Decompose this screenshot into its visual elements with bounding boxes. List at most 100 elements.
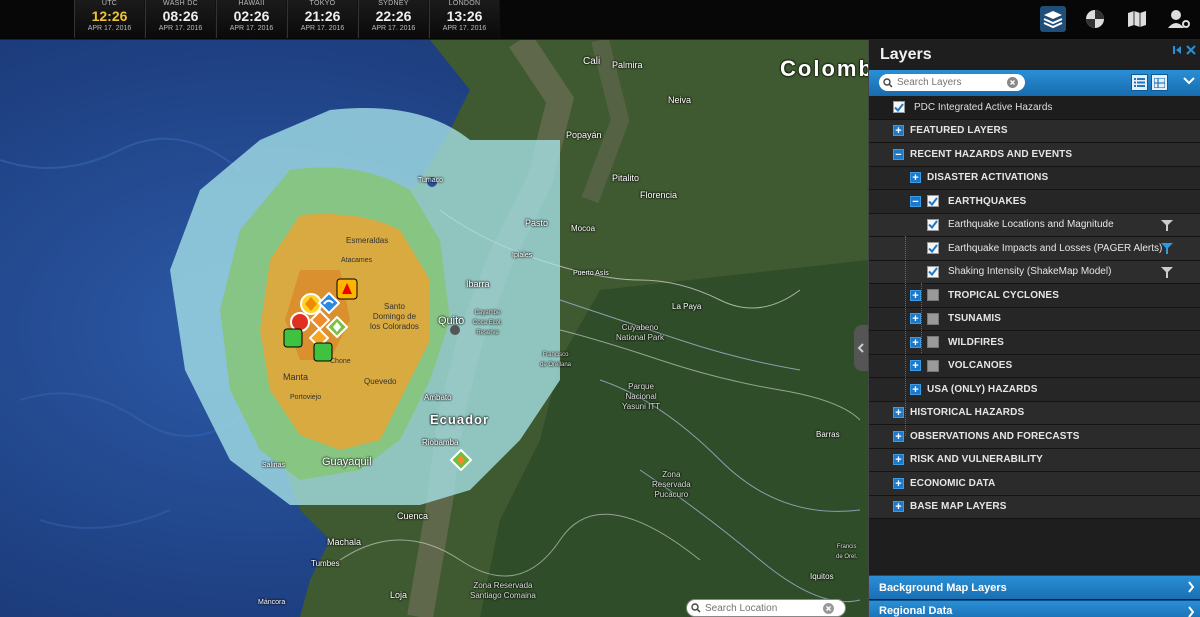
expand-icon[interactable]: + [893,430,904,442]
collapse-icon[interactable]: − [910,195,921,207]
layer-group-recent[interactable]: − RECENT HAZARDS AND EVENTS [869,143,1200,167]
list-view-button[interactable] [1131,74,1148,91]
map-book-button[interactable] [1116,0,1158,38]
check-icon [894,103,904,112]
layer-row-eq-impacts[interactable]: Earthquake Impacts and Losses (PAGER Ale… [869,237,1200,261]
layers-tree: PDC Integrated Active Hazards + FEATURED… [869,96,1200,519]
user-settings-button[interactable] [1158,0,1200,38]
expand-icon[interactable]: + [910,336,921,348]
search-layers-box [879,74,1025,91]
globe-button[interactable] [1074,0,1116,38]
map-label-florencia: Florencia [640,190,678,200]
layer-group-label: BASE MAP LAYERS [910,501,1007,513]
map-label-loja: Loja [390,590,408,600]
section-label: Background Map Layers [879,581,1007,594]
tree-view-button[interactable] [1151,74,1168,91]
search-layers-input[interactable] [897,77,1007,88]
map-label-esmeraldas: Esmeraldas [346,236,389,245]
layer-group-wildfires[interactable]: + WILDFIRES [869,331,1200,355]
search-location-input[interactable] [705,602,823,614]
layer-group-historical[interactable]: + HISTORICAL HAZARDS [869,401,1200,425]
map-label-text: Francisco de Orellana [540,352,572,368]
clear-icon[interactable] [823,602,834,614]
layer-group-volcanoes[interactable]: + VOLCANOES [869,354,1200,378]
map-label-santo-domingo: Santo Domingo de los Colorados [370,302,419,332]
checkbox-tropical-cyclones[interactable] [927,289,939,302]
map-label-mocoa: Mocoa [571,224,596,233]
layer-row-eq-shaking[interactable]: Shaking Intensity (ShakeMap Model) [869,260,1200,284]
clock-date: APR 17. 2016 [158,25,203,32]
layer-group-disaster-activations[interactable]: + DISASTER ACTIVATIONS [869,166,1200,190]
view-toggle-buttons [1131,74,1168,91]
list-icon [1134,78,1145,87]
expand-icon[interactable]: + [910,313,921,325]
expand-icon[interactable]: + [893,501,904,513]
map-label-pasto: Pasto [525,218,549,228]
map-view[interactable]: Cali Palmira Colomb Neiva Popayán Pitali… [0,40,868,617]
filter-icon[interactable] [1161,266,1173,278]
hazard-marker-green-2[interactable] [313,342,333,362]
filter-icon[interactable] [1161,219,1173,231]
expand-icon[interactable]: + [893,477,904,489]
layer-group-tsunamis[interactable]: + TSUNAMIS [869,307,1200,331]
background-map-layers-section[interactable]: Background Map Layers [869,575,1200,599]
map-label-ipiales: Ipiales [512,252,533,259]
close-panel-icon[interactable] [1186,45,1196,55]
map-label-pitalito: Pitalito [612,173,640,183]
toolbar-icons [1032,0,1200,38]
regional-data-section[interactable]: Regional Data [869,600,1200,617]
layer-group-usa-hazards[interactable]: + USA (ONLY) HAZARDS [869,378,1200,402]
map-label-text: Santo Domingo de los Colorados [370,302,419,331]
checkbox-pdc[interactable] [893,101,905,114]
layer-group-label: ECONOMIC DATA [910,477,996,489]
checkbox-earthquakes[interactable] [927,195,939,208]
checkbox-eq-locations[interactable] [927,218,939,231]
volcano-marker[interactable] [450,449,472,471]
panel-collapse-handle[interactable] [854,325,868,371]
expand-icon[interactable]: + [893,125,904,137]
clock-hawaii: HAWAII 02:26 APR 17. 2016 [216,0,287,38]
expand-icon[interactable]: + [910,383,921,395]
layers-button[interactable] [1032,0,1074,38]
checkbox-tsunamis[interactable] [927,312,939,325]
expand-icon[interactable]: + [910,360,921,372]
expand-icon[interactable]: + [893,454,904,466]
collapse-panel-icon[interactable] [1172,45,1182,55]
expand-icon[interactable]: + [910,289,921,301]
filter-icon[interactable] [1161,243,1173,254]
collapse-icon[interactable]: − [893,148,904,160]
map-label-manta: Manta [283,372,309,382]
layer-group-economic[interactable]: + ECONOMIC DATA [869,472,1200,496]
map-label-cayambe: Cayambe Coca Ecol. Reserve [473,308,502,338]
earthquake-marker-green[interactable] [326,316,348,338]
map-label-atacames: Atacames [341,257,373,264]
clock-time: 21:26 [304,8,341,24]
layer-group-featured[interactable]: + FEATURED LAYERS [869,119,1200,143]
checkbox-eq-impacts[interactable] [927,242,939,255]
layer-row-eq-locations[interactable]: Earthquake Locations and Magnitude [869,213,1200,237]
hazard-marker-green-1[interactable] [283,328,303,348]
map-label-neiva: Neiva [668,95,692,105]
map-label-colombia: Colomb [780,56,868,81]
layer-group-tropical-cyclones[interactable]: + TROPICAL CYCLONES [869,284,1200,308]
checkbox-volcanoes[interactable] [927,359,939,372]
chevron-down-icon[interactable] [1183,76,1195,86]
layer-group-observations[interactable]: + OBSERVATIONS AND FORECASTS [869,425,1200,449]
expand-icon[interactable]: + [893,407,904,419]
chevron-left-icon [857,343,864,353]
map-label-iquitos: Iquitos [810,572,834,581]
globe-icon [1086,10,1104,28]
layer-group-basemap[interactable]: + BASE MAP LAYERS [869,495,1200,519]
clear-icon[interactable] [1007,77,1018,88]
clock-wash-dc: WASH DC 08:26 APR 17. 2016 [145,0,216,38]
layer-group-earthquakes[interactable]: − EARTHQUAKES [869,190,1200,214]
clock-time: 02:26 [233,8,270,24]
checkbox-wildfires[interactable] [927,336,939,349]
layer-group-risk[interactable]: + RISK AND VULNERABILITY [869,448,1200,472]
expand-icon[interactable]: + [910,172,921,184]
checkbox-eq-shaking[interactable] [927,265,939,278]
layers-panel: Layers PDC Integrated Active Hazards [868,40,1200,617]
clock-utc: UTC 12:26 APR 17. 2016 [74,0,145,38]
layer-row-pdc[interactable]: PDC Integrated Active Hazards [869,96,1200,120]
map-label-guayaquil: Guayaquil [322,456,372,468]
